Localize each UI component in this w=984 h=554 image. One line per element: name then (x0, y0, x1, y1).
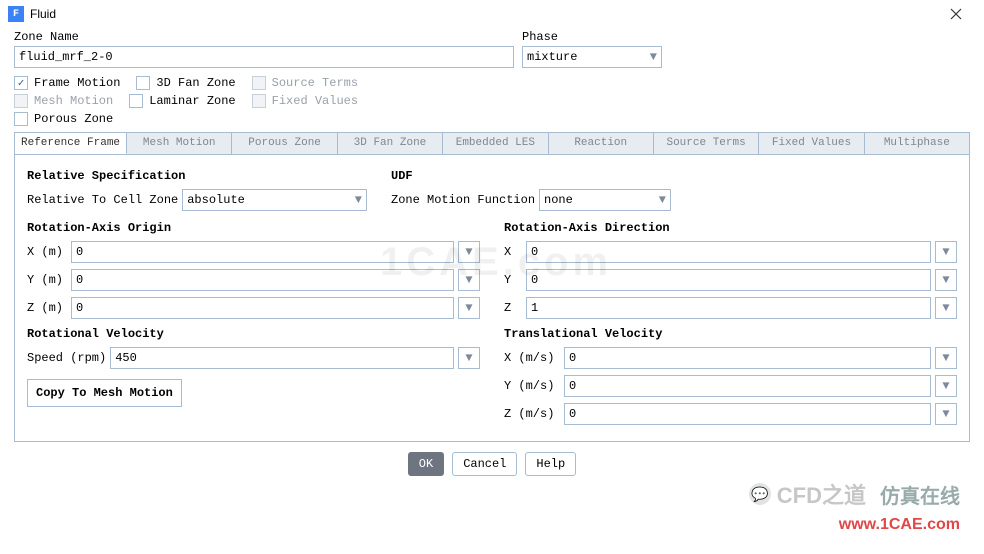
trans-vel-z-input[interactable] (564, 403, 931, 425)
porous-zone-checkbox[interactable] (14, 112, 28, 126)
ok-button[interactable]: OK (408, 452, 444, 476)
trans-vel-y-input[interactable] (564, 375, 931, 397)
close-button[interactable] (936, 0, 976, 28)
tab-reaction[interactable]: Reaction (549, 133, 654, 154)
rot-origin-y-input[interactable] (71, 269, 454, 291)
copy-to-mesh-motion-button[interactable]: Copy To Mesh Motion (27, 379, 182, 407)
rel-to-cell-label: Relative To Cell Zone (27, 193, 178, 207)
mesh-motion-label: Mesh Motion (34, 94, 113, 108)
rot-dir-y-input[interactable] (526, 269, 931, 291)
reference-frame-panel: Relative Specification Relative To Cell … (14, 155, 970, 442)
frame-motion-checkbox[interactable] (14, 76, 28, 90)
chevron-down-icon[interactable]: ▼ (935, 241, 957, 263)
chevron-down-icon: ▼ (659, 193, 666, 207)
cancel-button[interactable]: Cancel (452, 452, 517, 476)
speed-input[interactable] (110, 347, 454, 369)
wechat-icon: 💬 (749, 483, 771, 505)
trans-vel-x-input[interactable] (564, 347, 931, 369)
rot-origin-x-input[interactable] (71, 241, 454, 263)
source-terms-label: Source Terms (272, 76, 358, 90)
zone-name-label: Zone Name (14, 30, 514, 44)
tab-fixed-values[interactable]: Fixed Values (759, 133, 864, 154)
zone-motion-select[interactable]: none ▼ (539, 189, 671, 211)
phase-label: Phase (522, 30, 662, 44)
chevron-down-icon[interactable]: ▼ (935, 347, 957, 369)
chevron-down-icon[interactable]: ▼ (458, 241, 480, 263)
fixed-values-checkbox (252, 94, 266, 108)
tab-multiphase[interactable]: Multiphase (865, 133, 969, 154)
watermark-url: www.1CAE.com (839, 516, 960, 534)
titlebar: F Fluid (0, 0, 984, 28)
trans-vel-y-label: Y (m/s) (504, 379, 560, 393)
chevron-down-icon[interactable]: ▼ (458, 347, 480, 369)
phase-select[interactable]: mixture ▼ (522, 46, 662, 68)
chevron-down-icon[interactable]: ▼ (935, 375, 957, 397)
rot-dir-y-label: Y (504, 273, 522, 287)
app-icon: F (8, 6, 24, 22)
fan-zone-label: 3D Fan Zone (156, 76, 235, 90)
chevron-down-icon: ▼ (650, 50, 657, 64)
chevron-down-icon[interactable]: ▼ (458, 297, 480, 319)
rel-spec-title: Relative Specification (27, 169, 367, 183)
help-button[interactable]: Help (525, 452, 576, 476)
phase-value: mixture (527, 50, 577, 64)
speed-label: Speed (rpm) (27, 351, 106, 365)
trans-vel-x-label: X (m/s) (504, 351, 560, 365)
trans-vel-title: Translational Velocity (504, 327, 957, 341)
fan-zone-checkbox[interactable] (136, 76, 150, 90)
tabs: Reference Frame Mesh Motion Porous Zone … (14, 132, 970, 155)
mesh-motion-checkbox (14, 94, 28, 108)
rot-dir-x-input[interactable] (526, 241, 931, 263)
tab-embedded-les[interactable]: Embedded LES (443, 133, 548, 154)
source-terms-checkbox (252, 76, 266, 90)
udf-title: UDF (391, 169, 671, 183)
tab-reference-frame[interactable]: Reference Frame (15, 133, 127, 154)
trans-vel-z-label: Z (m/s) (504, 407, 560, 421)
rot-origin-x-label: X (m) (27, 245, 67, 259)
laminar-zone-checkbox[interactable] (129, 94, 143, 108)
chevron-down-icon[interactable]: ▼ (935, 297, 957, 319)
window-title: Fluid (30, 7, 936, 21)
porous-zone-label: Porous Zone (34, 112, 113, 126)
rel-to-cell-select[interactable]: absolute ▼ (182, 189, 367, 211)
rot-dir-z-input[interactable] (526, 297, 931, 319)
tab-mesh-motion[interactable]: Mesh Motion (127, 133, 232, 154)
rot-dir-title: Rotation-Axis Direction (504, 221, 957, 235)
rel-to-cell-value: absolute (187, 193, 245, 207)
tab-porous-zone[interactable]: Porous Zone (232, 133, 337, 154)
rot-vel-title: Rotational Velocity (27, 327, 480, 341)
zone-motion-value: none (544, 193, 573, 207)
zone-name-input[interactable] (14, 46, 514, 68)
chevron-down-icon: ▼ (355, 193, 362, 207)
rot-dir-z-label: Z (504, 301, 522, 315)
zone-motion-label: Zone Motion Function (391, 193, 535, 207)
chevron-down-icon[interactable]: ▼ (935, 269, 957, 291)
close-icon (950, 8, 962, 20)
rot-origin-title: Rotation-Axis Origin (27, 221, 480, 235)
rot-origin-y-label: Y (m) (27, 273, 67, 287)
fixed-values-label: Fixed Values (272, 94, 358, 108)
rot-origin-z-input[interactable] (71, 297, 454, 319)
chevron-down-icon[interactable]: ▼ (935, 403, 957, 425)
laminar-zone-label: Laminar Zone (149, 94, 235, 108)
tab-source-terms[interactable]: Source Terms (654, 133, 759, 154)
frame-motion-label: Frame Motion (34, 76, 120, 90)
rot-dir-x-label: X (504, 245, 522, 259)
rot-origin-z-label: Z (m) (27, 301, 67, 315)
chevron-down-icon[interactable]: ▼ (458, 269, 480, 291)
tab-3d-fan-zone[interactable]: 3D Fan Zone (338, 133, 443, 154)
